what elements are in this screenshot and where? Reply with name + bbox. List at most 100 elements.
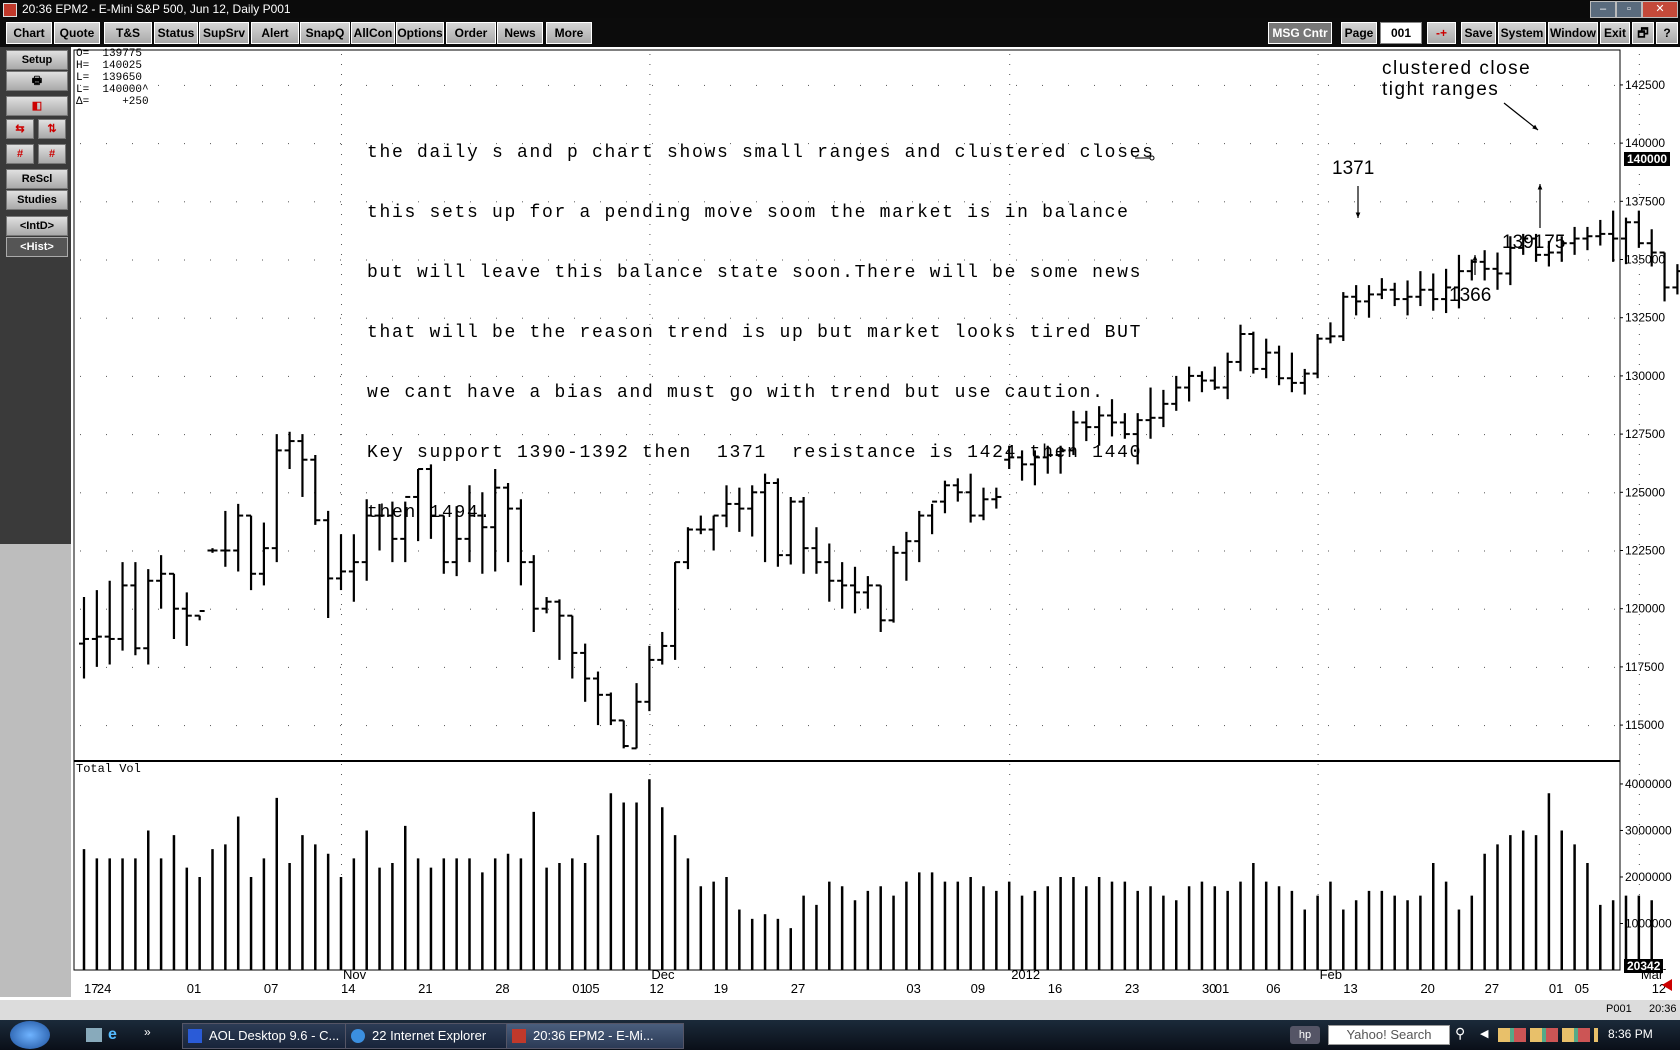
ie-quicklaunch-icon[interactable]: e <box>108 1026 126 1044</box>
grid-dot <box>1536 434 1537 436</box>
grid-dot <box>1406 317 1407 319</box>
month-grid-dot <box>649 604 651 605</box>
grid-dot <box>340 143 341 145</box>
grid-dot <box>626 608 627 610</box>
month-grid-dot <box>1009 624 1011 625</box>
grid-dot <box>1432 317 1433 319</box>
grid-dot <box>1588 259 1589 261</box>
grid-dot <box>1380 201 1381 203</box>
grid-dot <box>1458 666 1459 668</box>
grid-dot <box>912 550 913 552</box>
month-grid-dot <box>1638 524 1640 525</box>
month-grid-dot <box>341 244 342 245</box>
arrow-1371-head <box>1355 212 1361 218</box>
show-desktop-icon[interactable] <box>86 1028 102 1042</box>
grid-dot <box>1562 84 1563 86</box>
grid-dot <box>1354 84 1355 86</box>
grid-dot <box>808 550 809 552</box>
grid-dot <box>1406 666 1407 668</box>
x-tick-label: 01 <box>1215 981 1229 996</box>
grid-dot <box>600 608 601 610</box>
grid-dot <box>1146 608 1147 610</box>
grid-dot <box>1614 666 1615 668</box>
month-grid-dot <box>341 124 342 125</box>
month-grid-dot <box>1317 604 1319 605</box>
grid-dot <box>1328 608 1329 610</box>
x-tick-label: 24 <box>97 981 111 996</box>
grid-dot <box>1016 84 1017 86</box>
grid-dot <box>782 550 783 552</box>
grid-dot <box>1328 434 1329 436</box>
month-grid-dot <box>341 454 342 455</box>
grid-dot <box>418 608 419 610</box>
grid-dot <box>1302 143 1303 145</box>
grid-dot <box>288 666 289 668</box>
month-grid-dot <box>649 634 651 635</box>
taskbar-item-chart[interactable]: 20:36 EPM2 - E-Mi... <box>506 1023 684 1049</box>
grid-dot <box>626 666 627 668</box>
grid-dot <box>574 84 575 86</box>
grid-dot <box>1094 84 1095 86</box>
grid-dot <box>938 84 939 86</box>
x-tick-label: 05 <box>1575 981 1589 996</box>
grid-dot <box>1536 608 1537 610</box>
grid-dot <box>1484 666 1485 668</box>
quicklaunch-expand-icon[interactable]: » <box>144 1025 151 1039</box>
grid-dot <box>704 84 705 86</box>
month-grid-dot <box>1317 784 1319 785</box>
month-grid-dot <box>1009 764 1011 765</box>
month-grid-dot <box>1317 654 1319 655</box>
x-tick-label: 12 <box>649 981 663 996</box>
grid-dot <box>678 666 679 668</box>
grid-dot <box>1276 84 1277 86</box>
grid-dot <box>808 84 809 86</box>
month-grid-dot <box>1638 704 1640 705</box>
grid-dot <box>704 608 705 610</box>
grid-dot <box>782 725 783 727</box>
grid-dot <box>288 201 289 203</box>
grid-dot <box>80 201 81 203</box>
grid-dot <box>730 84 731 86</box>
search-icon[interactable]: ⚲ <box>1455 1025 1465 1042</box>
grid-dot <box>938 666 939 668</box>
grid-dot <box>314 666 315 668</box>
month-grid-dot <box>1009 874 1011 875</box>
grid-dot <box>1302 317 1303 319</box>
system-tray-icons[interactable] <box>1498 1028 1598 1042</box>
yahoo-search-box[interactable]: Yahoo! Search <box>1328 1025 1450 1045</box>
taskbar-item-ie[interactable]: 22 Internet Explorer <box>345 1023 523 1049</box>
volume-tick-label: 3000000 <box>1625 823 1672 837</box>
grid-dot <box>990 550 991 552</box>
grid-dot <box>106 375 107 377</box>
month-grid-dot <box>341 464 342 465</box>
grid-dot <box>158 666 159 668</box>
grid-dot <box>1562 434 1563 436</box>
grid-dot <box>1562 550 1563 552</box>
grid-dot <box>132 201 133 203</box>
grid-dot <box>366 666 367 668</box>
grid-dot <box>730 666 731 668</box>
month-grid-dot <box>341 94 342 95</box>
ohlc-last: L= 140000^ <box>76 84 149 96</box>
month-grid-dot <box>1317 154 1319 155</box>
tray-expand-icon[interactable]: ◀ <box>1480 1027 1488 1040</box>
grid-dot <box>106 201 107 203</box>
grid-dot <box>1302 608 1303 610</box>
grid-dot <box>652 550 653 552</box>
month-grid-dot <box>1638 404 1640 405</box>
grid-dot <box>886 84 887 86</box>
grid-dot <box>262 434 263 436</box>
annotation-1371: 1371 <box>1332 158 1375 179</box>
grid-dot <box>80 666 81 668</box>
grid-dot <box>340 201 341 203</box>
commentary-note: the daily s and p chart shows small rang… <box>367 103 1155 543</box>
hp-icon[interactable]: hp <box>1290 1026 1320 1044</box>
month-grid-dot <box>1009 84 1011 85</box>
grid-dot <box>600 550 601 552</box>
x-tick-label: 21 <box>418 981 432 996</box>
start-button[interactable] <box>10 1021 50 1049</box>
taskbar-item-aol[interactable]: AOL Desktop 9.6 - C... <box>182 1023 360 1049</box>
month-grid-dot <box>649 624 651 625</box>
grid-dot <box>470 608 471 610</box>
grid-dot <box>860 725 861 727</box>
